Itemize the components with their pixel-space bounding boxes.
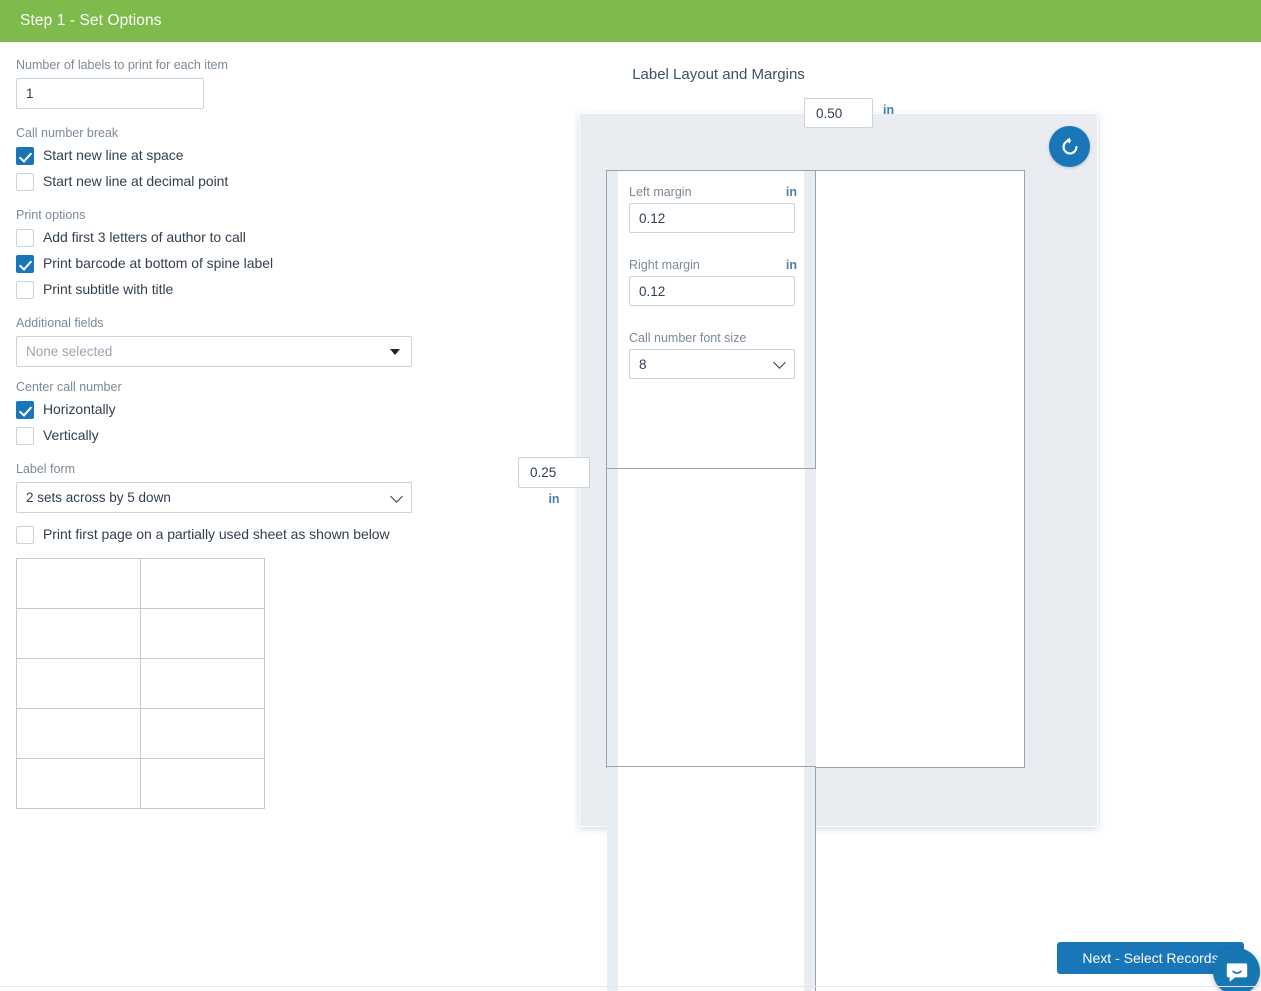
sheet-preview-cell[interactable] <box>141 659 265 709</box>
labels-grid: Left margin in 0.12 Right margin in 0.12… <box>606 170 1025 991</box>
caret-down-icon <box>390 348 400 355</box>
left-margin-unit: in <box>785 185 797 199</box>
print-options-group: Print options Add first 3 letters of aut… <box>16 207 436 299</box>
label-cell[interactable]: Left margin in 0.12 Right margin in 0.12… <box>607 171 816 469</box>
sheet-preview-row <box>17 559 265 609</box>
additional-fields-label: Additional fields <box>16 316 104 330</box>
right-margin-band <box>804 171 815 468</box>
form-spacer <box>629 233 797 258</box>
print-options-label: Print options <box>16 208 86 222</box>
checkbox-label-start-new-line-at-decimal-point: Start new line at decimal point <box>43 173 229 189</box>
left-margin-value-input[interactable]: 0.12 <box>629 203 795 233</box>
partial-sheet-field: Print first page on a partially used she… <box>16 525 436 544</box>
label-form-value: 2 sets across by 5 down <box>26 490 171 505</box>
left-margin-band <box>607 171 618 468</box>
call-number-break-label: Call number break <box>16 126 119 140</box>
sheet-preview-cell[interactable] <box>17 759 141 809</box>
checkbox-label-partial-sheet: Print first page on a partially used she… <box>43 526 390 542</box>
sheet-preview-cell[interactable] <box>141 609 265 659</box>
checkbox-label-print-subtitle: Print subtitle with title <box>43 281 174 297</box>
label-cell[interactable] <box>607 767 816 991</box>
additional-fields-field: Additional fields None selected <box>16 315 436 367</box>
checkbox-label-vertically: Vertically <box>43 427 99 443</box>
sheet-preview-cell[interactable] <box>17 559 141 609</box>
form-spacer <box>629 306 797 331</box>
preview-heading: Label Layout and Margins <box>0 66 1261 83</box>
checkbox-row-partial-sheet[interactable]: Print first page on a partially used she… <box>16 525 436 544</box>
additional-fields-select[interactable]: None selected <box>16 336 412 367</box>
chevron-down-icon <box>773 356 786 369</box>
top-margin-input[interactable]: 0.50 <box>804 98 873 128</box>
sheet-preview-cell[interactable] <box>141 709 265 759</box>
chevron-down-icon <box>390 489 403 503</box>
checkbox-horizontally[interactable] <box>16 401 34 419</box>
page-left-margin-input[interactable]: 0.25 <box>518 457 590 488</box>
reset-rotate-icon <box>1061 136 1078 155</box>
right-margin-value-input[interactable]: 0.12 <box>629 276 795 306</box>
sheet-preview-cell[interactable] <box>141 759 265 809</box>
left-margin-field-header: Left margin in <box>629 185 797 199</box>
checkbox-label-start-new-line-at-space: Start new line at space <box>43 147 184 163</box>
font-size-label: Call number font size <box>629 331 747 345</box>
label-form-select[interactable]: 2 sets across by 5 down <box>16 482 412 513</box>
left-margin-band <box>607 767 618 991</box>
sheet-preview-cell[interactable] <box>17 609 141 659</box>
page-sheet-preview: Left margin in 0.12 Right margin in 0.12… <box>579 113 1098 991</box>
label-margin-form: Left margin in 0.12 Right margin in 0.12… <box>629 185 797 379</box>
center-call-number-group: Center call number Horizontally Vertical… <box>16 379 436 445</box>
label-form-label: Label form <box>16 462 76 476</box>
checkbox-row-start-new-line-at-space[interactable]: Start new line at space <box>16 146 436 165</box>
reset-button[interactable] <box>1049 126 1090 167</box>
footer-divider <box>0 986 1261 987</box>
checkbox-vertically[interactable] <box>16 427 34 445</box>
font-size-value: 8 <box>639 356 647 372</box>
sheet-preview-row <box>17 659 265 709</box>
page-title: Step 1 - Set Options <box>20 12 162 29</box>
top-margin-unit: in <box>883 103 895 117</box>
checkbox-row-start-new-line-at-decimal-point[interactable]: Start new line at decimal point <box>16 172 436 191</box>
checkbox-print-barcode[interactable] <box>16 255 34 273</box>
left-margin-band <box>607 469 618 766</box>
checkbox-start-new-line-at-space[interactable] <box>16 147 34 165</box>
sheet-preview-row <box>17 759 265 809</box>
page-left-margin-unit: in <box>548 492 560 506</box>
right-margin-field-header: Right margin in <box>629 258 797 272</box>
checkbox-label-print-barcode: Print barcode at bottom of spine label <box>43 255 274 271</box>
options-panel: Number of labels to print for each item … <box>16 56 436 809</box>
call-number-break-group: Call number break Start new line at spac… <box>16 125 436 191</box>
checkbox-row-print-barcode[interactable]: Print barcode at bottom of spine label <box>16 254 436 273</box>
label-options-page: Step 1 - Set Options Number of labels to… <box>0 0 1261 991</box>
checkbox-label-add-author-letters: Add first 3 letters of author to call <box>43 229 246 245</box>
chat-bubble-icon <box>1226 962 1247 982</box>
preview-heading-text: Label Layout and Margins <box>632 66 805 83</box>
checkbox-row-add-author-letters[interactable]: Add first 3 letters of author to call <box>16 228 436 247</box>
right-margin-label: Right margin <box>629 258 700 272</box>
label-cell[interactable] <box>607 469 816 767</box>
sheet-preview-cell[interactable] <box>17 709 141 759</box>
chat-launcher-button[interactable] <box>1213 948 1260 991</box>
left-margin-label: Left margin <box>629 185 692 199</box>
step-header-bar: Step 1 - Set Options <box>0 0 1261 42</box>
right-margin-band <box>804 767 815 991</box>
checkbox-row-print-subtitle[interactable]: Print subtitle with title <box>16 280 436 299</box>
checkbox-label-horizontally: Horizontally <box>43 401 116 417</box>
sheet-preview-row <box>17 609 265 659</box>
additional-fields-value: None selected <box>26 344 113 359</box>
sheet-preview-row <box>17 709 265 759</box>
font-size-field-header: Call number font size <box>629 331 797 345</box>
checkbox-row-vertically[interactable]: Vertically <box>16 426 436 445</box>
partial-sheet-preview-grid[interactable] <box>16 558 265 809</box>
right-margin-unit: in <box>785 258 797 272</box>
label-form-field: Label form 2 sets across by 5 down <box>16 461 436 513</box>
checkbox-add-author-letters[interactable] <box>16 229 34 247</box>
checkbox-partial-sheet[interactable] <box>16 526 34 544</box>
checkbox-print-subtitle[interactable] <box>16 281 34 299</box>
font-size-select[interactable]: 8 <box>629 349 795 379</box>
sheet-preview-cell[interactable] <box>17 659 141 709</box>
checkbox-row-horizontally[interactable]: Horizontally <box>16 400 436 419</box>
right-margin-band <box>805 469 816 766</box>
checkbox-start-new-line-at-decimal-point[interactable] <box>16 173 34 191</box>
sheet-preview-cell[interactable] <box>141 559 265 609</box>
center-call-number-label: Center call number <box>16 380 122 394</box>
